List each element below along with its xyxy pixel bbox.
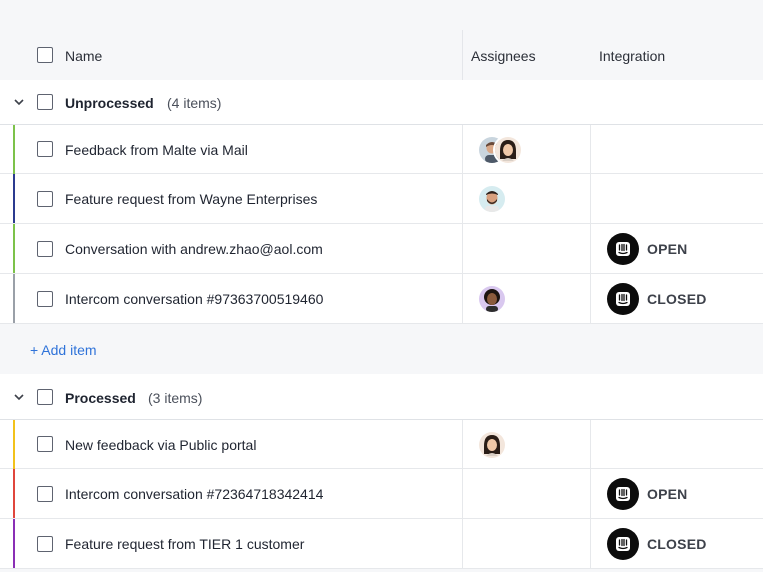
table-row[interactable]: Conversation with andrew.zhao@aol.com OP… — [0, 224, 763, 274]
woman-avatar[interactable] — [477, 430, 507, 460]
cell-divider — [590, 519, 591, 568]
group-count: (4 items) — [167, 95, 222, 111]
man-beard-avatar[interactable] — [477, 184, 507, 214]
group-header-processed[interactable]: Processed (3 items) — [0, 374, 763, 420]
group-checkbox[interactable] — [37, 389, 53, 405]
row-checkbox[interactable] — [37, 536, 53, 552]
cell-divider — [462, 224, 463, 273]
table-row[interactable]: Feedback from Malte via Mail — [0, 125, 763, 174]
cell-divider — [462, 519, 463, 568]
column-header-integration[interactable]: Integration — [599, 48, 665, 64]
cell-divider — [590, 174, 591, 223]
column-divider[interactable] — [462, 30, 463, 80]
status-color-bar — [13, 274, 15, 323]
status-color-bar — [13, 224, 15, 273]
status-color-bar — [13, 519, 15, 568]
row-checkbox[interactable] — [37, 141, 53, 157]
cell-divider — [462, 125, 463, 174]
table-row[interactable]: Intercom conversation #72364718342414 OP… — [0, 469, 763, 519]
group-header-unprocessed[interactable]: Unprocessed (4 items) — [0, 80, 763, 125]
column-header-name[interactable]: Name — [65, 48, 102, 64]
row-name[interactable]: Conversation with andrew.zhao@aol.com — [65, 241, 323, 257]
group-name: Unprocessed — [65, 95, 154, 111]
table-row[interactable]: Intercom conversation #97363700519460 CL… — [0, 274, 763, 324]
row-checkbox[interactable] — [37, 291, 53, 307]
row-name[interactable]: Feedback from Malte via Mail — [65, 142, 248, 158]
cell-divider — [462, 274, 463, 323]
group-count: (3 items) — [148, 390, 203, 406]
chevron-down-icon[interactable] — [12, 95, 26, 109]
row-name[interactable]: Feature request from TIER 1 customer — [65, 536, 304, 552]
chevron-down-icon[interactable] — [12, 390, 26, 404]
cell-divider — [590, 274, 591, 323]
table-row[interactable]: New feedback via Public portal — [0, 420, 763, 469]
select-all-checkbox[interactable] — [37, 47, 53, 63]
status-color-bar — [13, 469, 15, 518]
table-header: Name Assignees Integration — [0, 0, 763, 80]
row-name[interactable]: Intercom conversation #72364718342414 — [65, 486, 323, 502]
status-color-bar — [13, 420, 15, 469]
cell-divider — [462, 420, 463, 469]
cell-divider — [462, 174, 463, 223]
row-checkbox[interactable] — [37, 436, 53, 452]
integration-status: CLOSED — [647, 291, 707, 307]
woman-avatar[interactable] — [493, 135, 523, 165]
intercom-icon — [607, 233, 639, 265]
cell-divider — [462, 469, 463, 518]
column-header-assignees[interactable]: Assignees — [471, 48, 536, 64]
integration-status: CLOSED — [647, 536, 707, 552]
table-row[interactable]: Feature request from Wayne Enterprises — [0, 174, 763, 224]
table-row[interactable]: Feature request from TIER 1 customer CLO… — [0, 519, 763, 569]
woman-curly-avatar[interactable] — [477, 284, 507, 314]
intercom-icon — [607, 528, 639, 560]
intercom-icon — [607, 478, 639, 510]
row-name[interactable]: New feedback via Public portal — [65, 437, 256, 453]
row-checkbox[interactable] — [37, 486, 53, 502]
status-color-bar — [13, 125, 15, 174]
cell-divider — [590, 224, 591, 273]
cell-divider — [590, 125, 591, 174]
cell-divider — [590, 469, 591, 518]
status-color-bar — [13, 174, 15, 223]
row-name[interactable]: Intercom conversation #97363700519460 — [65, 291, 323, 307]
row-checkbox[interactable] — [37, 191, 53, 207]
add-item-row: + Add item — [0, 324, 763, 374]
integration-status: OPEN — [647, 486, 688, 502]
intercom-icon — [607, 283, 639, 315]
row-name[interactable]: Feature request from Wayne Enterprises — [65, 191, 317, 207]
integration-status: OPEN — [647, 241, 688, 257]
group-checkbox[interactable] — [37, 94, 53, 110]
row-checkbox[interactable] — [37, 241, 53, 257]
cell-divider — [590, 420, 591, 469]
group-name: Processed — [65, 390, 136, 406]
add-item-button[interactable]: + Add item — [30, 342, 97, 358]
